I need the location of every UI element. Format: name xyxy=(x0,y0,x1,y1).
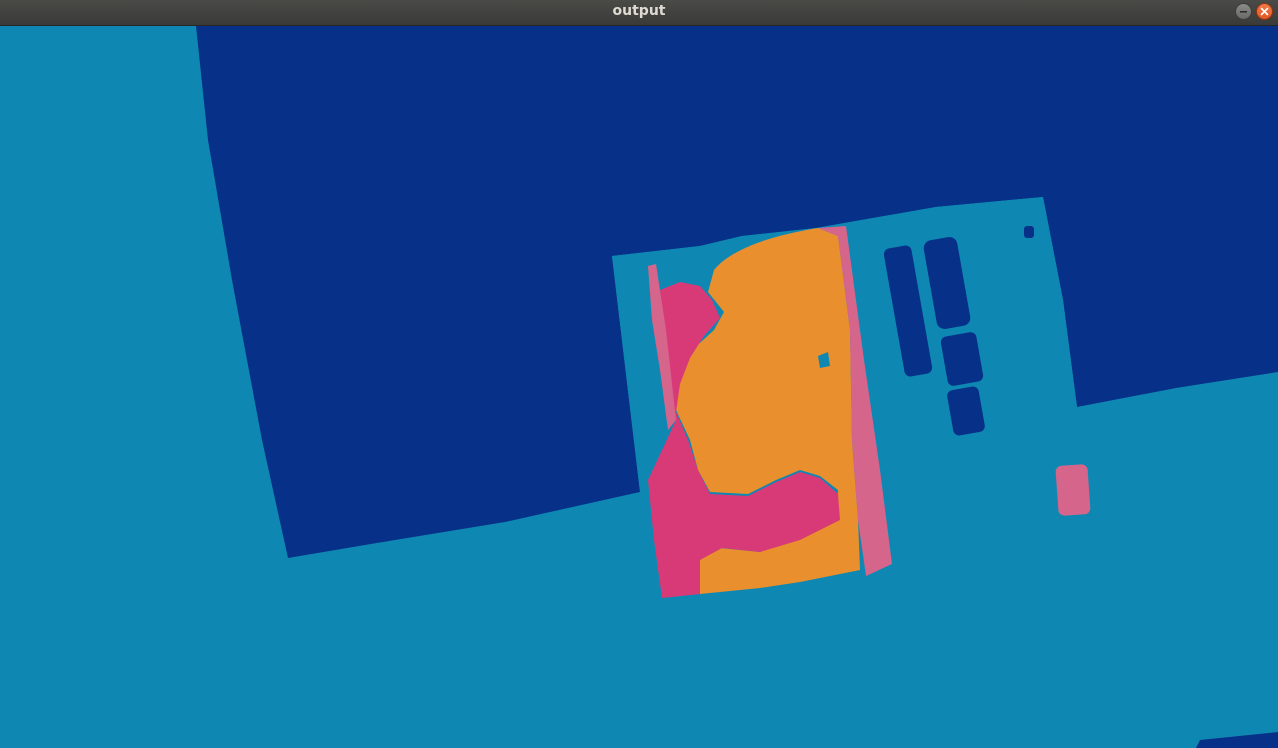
window-title: output xyxy=(612,3,666,19)
segmentation-canvas xyxy=(0,26,1278,748)
minimize-icon xyxy=(1240,11,1247,13)
app-window: output xyxy=(0,0,1278,748)
close-button[interactable] xyxy=(1256,3,1273,20)
minimize-button[interactable] xyxy=(1235,3,1252,20)
segmentation-image xyxy=(0,26,1278,748)
title-bar[interactable]: output xyxy=(0,0,1278,26)
pink-marker-segment xyxy=(1055,464,1091,516)
close-icon xyxy=(1260,7,1269,16)
